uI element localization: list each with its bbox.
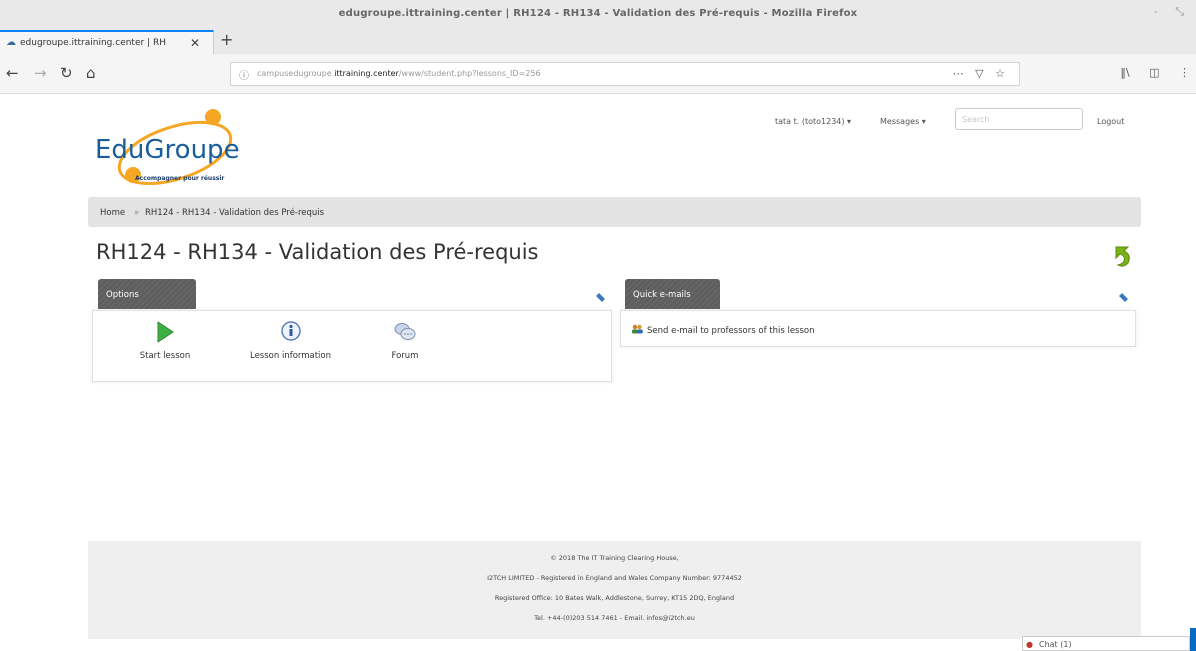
window-controls: - ⤡ [1140,5,1184,19]
bookmark-star-icon[interactable]: ☆ [995,67,1005,80]
menu-icon[interactable]: ⋮ [1179,66,1190,79]
home-button[interactable]: ⌂ [86,64,96,82]
lesson-information-label: Lesson information [249,351,332,361]
play-icon [157,321,174,343]
forum-label: Forum [391,351,419,361]
lesson-information-option[interactable]: Lesson information [238,321,343,361]
user-menu[interactable]: tata t. (toto1234) ▾ [775,117,851,126]
breadcrumb: Home » RH124 - RH134 - Validation des Pr… [88,197,1141,227]
search-input[interactable] [955,108,1083,130]
options-tab-label: Options [106,290,139,300]
page-actions-icon[interactable]: ⋯ [953,67,964,80]
maximize-button[interactable]: ⤡ [1175,5,1184,18]
quick-emails-tab: Quick e-mails [625,279,720,309]
send-email-professors-link[interactable]: Send e-mail to professors of this lesson [647,326,815,336]
options-tab: Options [98,279,196,309]
navigation-toolbar: ← → ↻ ⌂ ⓘ campusedugroupe.ittraining.cen… [0,54,1196,94]
minimize-button[interactable]: - [1154,5,1158,18]
breadcrumb-home[interactable]: Home [100,208,125,218]
start-lesson-option[interactable]: Start lesson [135,321,195,361]
site-info-icon[interactable]: ⓘ [239,67,249,82]
tab-title: edugroupe.ittraining.center | RH [20,38,166,48]
back-button[interactable]: ← [6,64,19,82]
people-icon [632,324,643,334]
chat-label: Chat (1) [1039,640,1072,649]
url-text[interactable]: campusedugroupe.ittraining.center/www/st… [257,69,541,78]
page-title: RH124 - RH134 - Validation des Pré-requi… [96,240,539,264]
browser-tab-active[interactable]: ☁ edugroupe.ittraining.center | RH ✕ [0,30,214,54]
tab-close-icon[interactable]: ✕ [190,36,200,50]
window-title: edugroupe.ittraining.center | RH124 - RH… [338,8,858,19]
quick-emails-pin-icon[interactable] [1118,293,1128,303]
page-content: EduGroupe Accompagner pour réussir tata … [0,95,1196,651]
breadcrumb-current[interactable]: RH124 - RH134 - Validation des Pré-requi… [145,208,324,218]
new-tab-button[interactable]: + [220,30,233,49]
library-icon[interactable]: ‖\ [1120,66,1129,79]
edugroupe-logo[interactable]: EduGroupe Accompagner pour réussir [95,105,295,185]
info-icon [280,321,301,341]
back-arrow-icon[interactable] [1110,243,1136,269]
window-titlebar: edugroupe.ittraining.center | RH124 - RH… [0,0,1196,30]
reload-button[interactable]: ↻ [60,64,73,82]
toolbar-right-icons: ‖\ ◫ ⋮ [1104,66,1190,79]
messages-menu[interactable]: Messages ▾ [880,117,926,126]
options-pin-icon[interactable] [595,293,605,303]
forward-button[interactable]: → [34,64,47,82]
footer-address: Registered Office: 10 Bates Walk, Addles… [494,594,735,602]
start-lesson-label: Start lesson [139,351,191,361]
favicon-icon: ☁ [6,37,16,48]
options-panel: Start lesson Lesson information Forum [92,310,612,382]
footer-copyright: © 2018 The IT Training Clearing House, [550,554,679,562]
forum-icon [394,323,416,340]
logo-name: EduGroupe [95,135,240,165]
logout-link[interactable]: Logout [1097,117,1124,126]
page-footer: © 2018 The IT Training Clearing House, I… [88,541,1141,639]
sidebar-icon[interactable]: ◫ [1149,66,1159,79]
pocket-icon[interactable]: ▽ [975,67,983,80]
chat-user-icon: ● [1026,640,1033,649]
footer-company: I2TCH LIMITED - Registered in England an… [487,574,742,582]
url-actions: ⋯ ▽ ☆ [945,67,1005,80]
breadcrumb-separator: » [134,208,140,218]
chat-edge-tab[interactable] [1190,628,1196,651]
quick-emails-panel: Send e-mail to professors of this lesson [620,310,1136,347]
forum-option[interactable]: Forum [383,321,427,361]
footer-contact: Tel. +44-(0)203 514 7461 - Email. infos@… [534,614,695,622]
chat-widget[interactable]: ● Chat (1) [1022,636,1190,651]
url-bar[interactable]: ⓘ campusedugroupe.ittraining.center/www/… [230,62,1020,86]
quick-emails-tab-label: Quick e-mails [633,290,691,300]
logo-tagline: Accompagner pour réussir [135,175,225,182]
